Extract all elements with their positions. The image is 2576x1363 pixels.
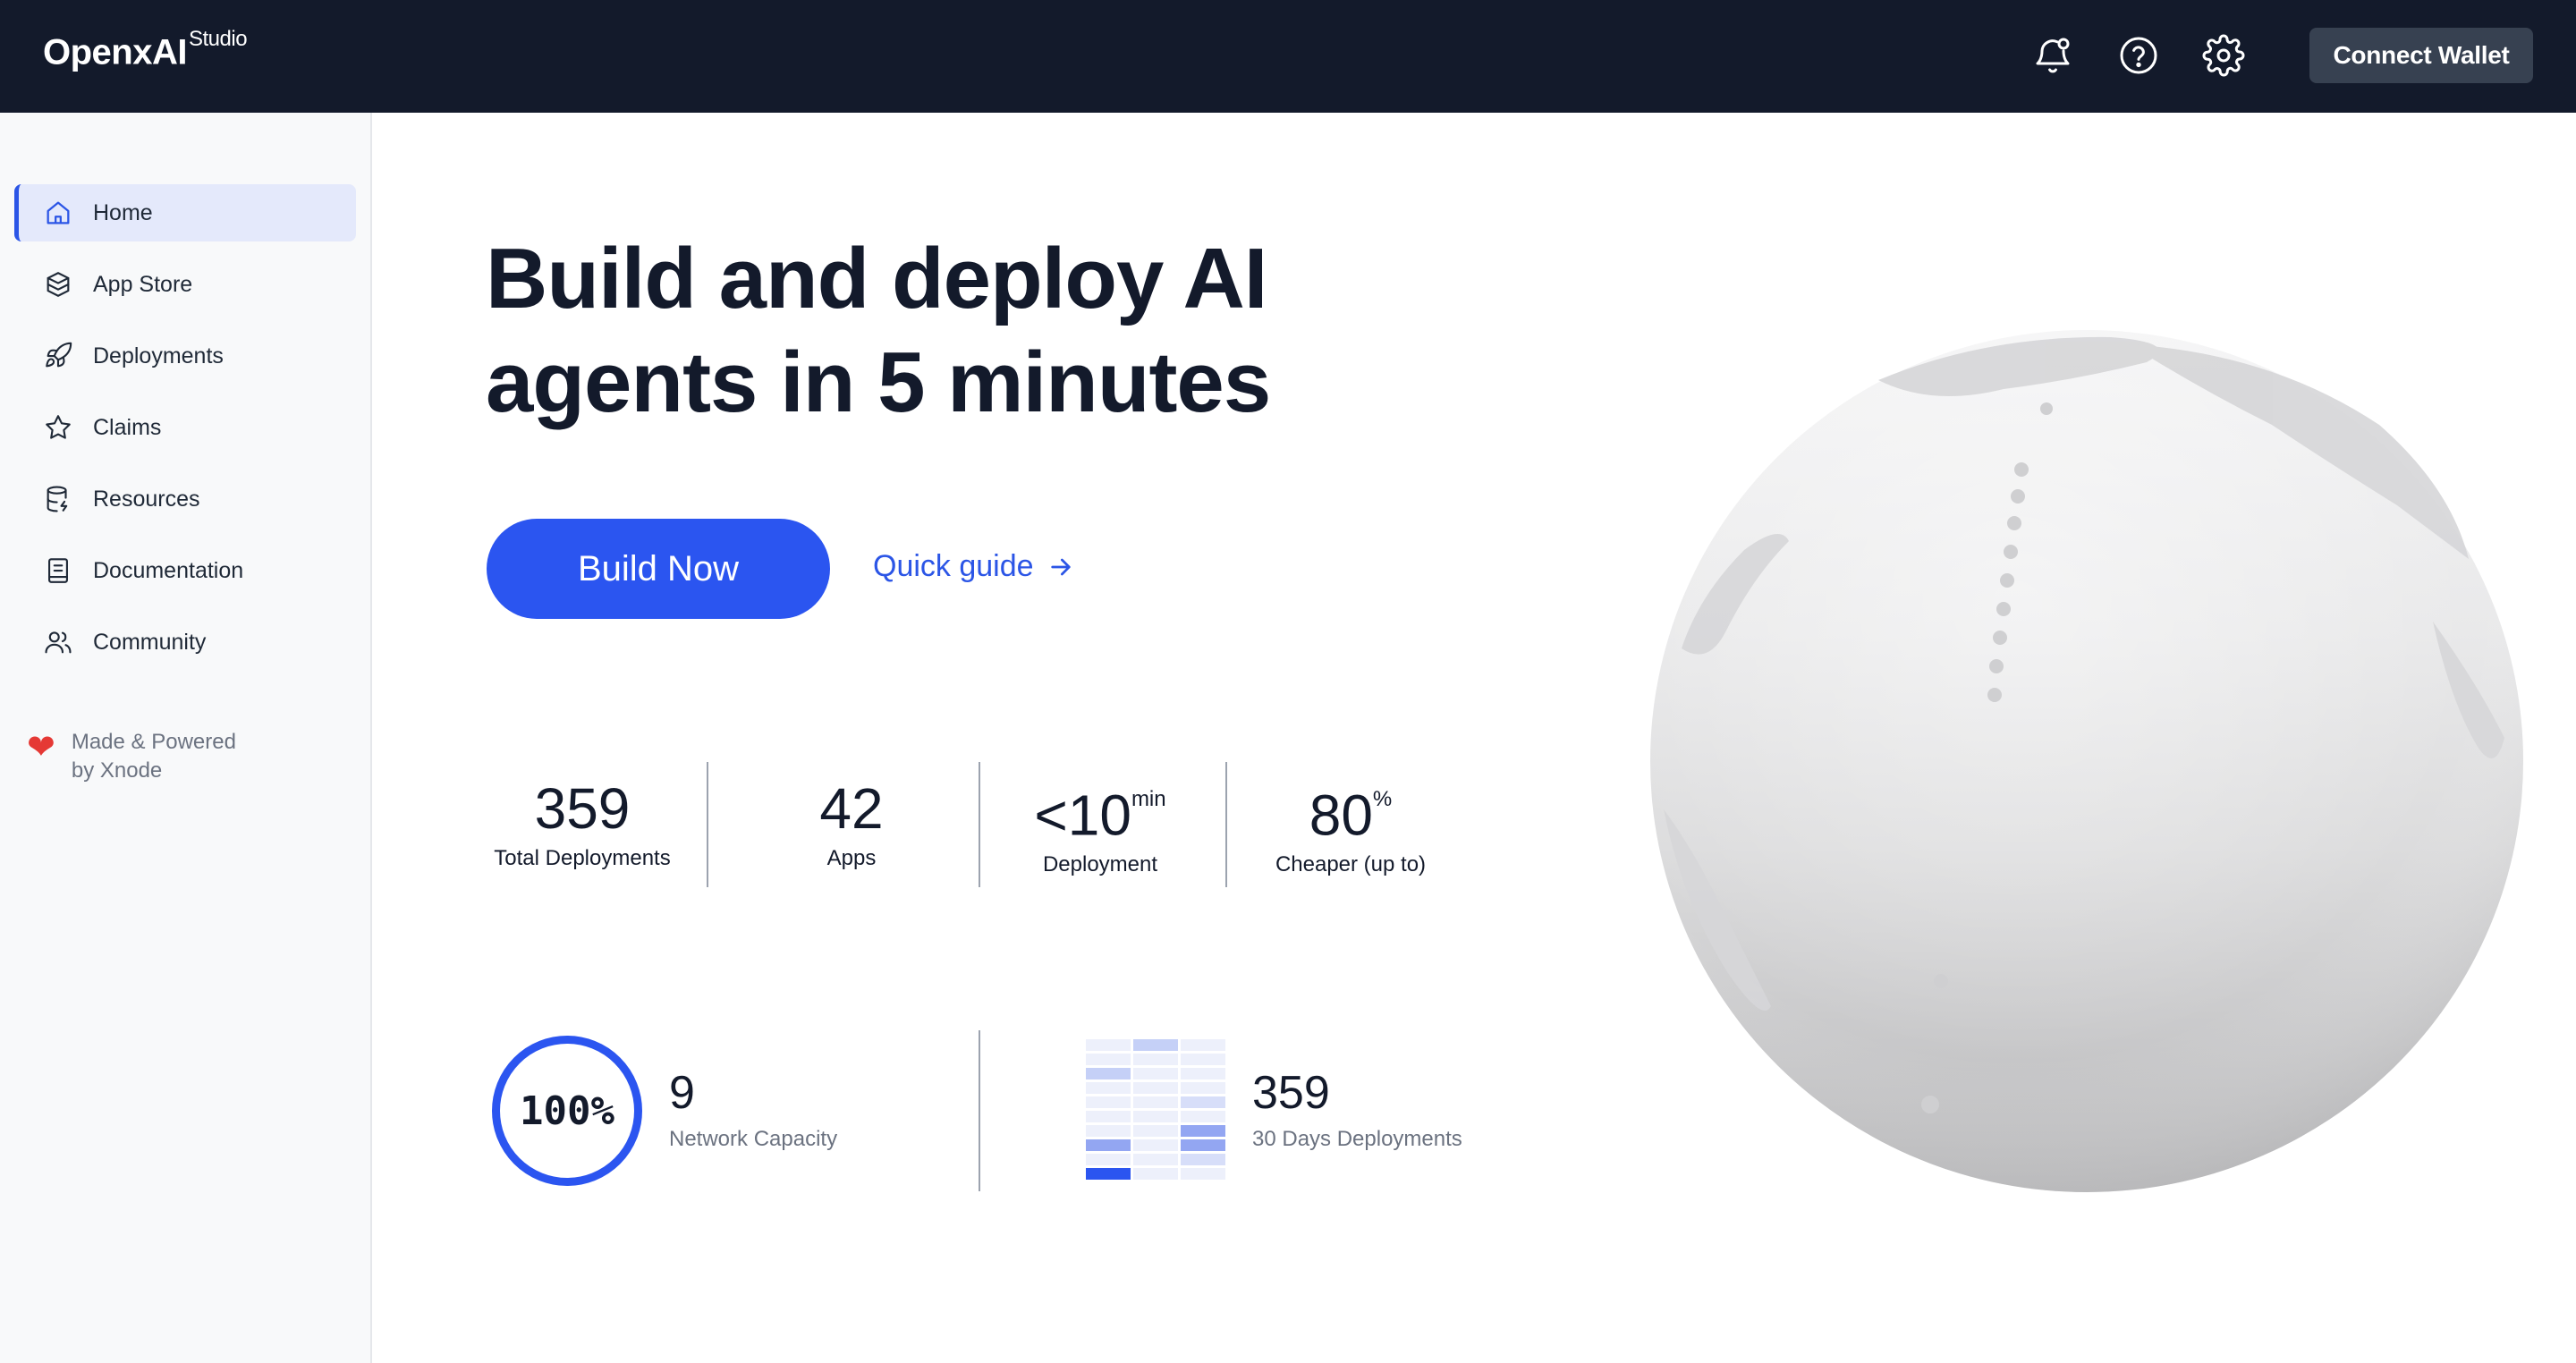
heatmap-cell — [1181, 1168, 1225, 1180]
heatmap-cell — [1133, 1096, 1178, 1108]
database-icon — [47, 486, 68, 512]
stat-total-deployments: 359 Total Deployments — [494, 776, 671, 870]
heatmap-cell — [1133, 1125, 1178, 1137]
sidebar-item-label: Deployments — [93, 343, 224, 368]
heatmap-cell — [1086, 1154, 1131, 1165]
heatmap-cell — [1086, 1139, 1131, 1151]
bell-icon[interactable] — [2030, 33, 2075, 78]
app-logo[interactable]: OpenxAIStudio — [43, 27, 248, 72]
heatmap-cell — [1181, 1111, 1225, 1122]
heatmap-cell — [1133, 1068, 1178, 1079]
heatmap-cell — [1181, 1068, 1225, 1079]
heatmap-cell — [1181, 1054, 1225, 1065]
heatmap-cell — [1086, 1068, 1131, 1079]
arrow-right-icon — [1050, 558, 1071, 575]
heatmap-cell — [1181, 1139, 1225, 1151]
sidebar-item-label: Resources — [93, 486, 200, 512]
sidebar-item-app-store[interactable]: App Store — [14, 256, 356, 313]
sidebar-item-community[interactable]: Community — [14, 614, 356, 671]
divider — [979, 762, 980, 887]
help-icon[interactable] — [2116, 33, 2161, 78]
build-now-button[interactable]: Build Now — [487, 519, 830, 619]
heatmap-cell — [1086, 1096, 1131, 1108]
document-icon — [48, 558, 68, 583]
sidebar-item-home[interactable]: Home — [14, 184, 356, 241]
heatmap-cell — [1181, 1039, 1225, 1051]
divider — [1225, 762, 1227, 887]
stat-cheaper: 80% Cheaper (up to) — [1275, 783, 1427, 877]
divider — [707, 762, 708, 887]
gear-icon[interactable] — [2201, 33, 2246, 78]
sidebar-item-label: Documentation — [93, 557, 244, 583]
heatmap-cell — [1086, 1039, 1131, 1051]
sidebar-item-label: Community — [93, 629, 207, 655]
heatmap-cell — [1133, 1111, 1178, 1122]
heatmap-cell — [1086, 1111, 1131, 1122]
capacity-percent: 100% — [520, 1088, 614, 1134]
heatmap-cell — [1133, 1054, 1178, 1065]
capacity-label: Network Capacity — [669, 1127, 838, 1151]
sidebar-item-deployments[interactable]: Deployments — [14, 327, 356, 385]
heatmap-cell — [1181, 1096, 1225, 1108]
heatmap-cell — [1133, 1154, 1178, 1165]
stat-apps: 42 Apps — [819, 776, 884, 870]
deployments-heatmap — [1086, 1039, 1225, 1180]
powered-by: ❤ Made & Powered by Xnode — [27, 728, 268, 785]
rocket-icon — [46, 342, 72, 368]
powered-line-2: by Xnode — [71, 758, 163, 783]
heatmap-cell — [1133, 1139, 1178, 1151]
top-bar: OpenxAIStudio Connect Wallet — [0, 0, 2576, 113]
sidebar-item-label: Claims — [93, 414, 162, 440]
capacity-value: 9 — [669, 1067, 695, 1119]
heatmap-cell — [1086, 1082, 1131, 1094]
connect-wallet-button[interactable]: Connect Wallet — [2309, 28, 2533, 83]
divider — [979, 1030, 980, 1191]
heatmap-cell — [1181, 1125, 1225, 1137]
capacity-ring: 100% — [492, 1036, 642, 1186]
home-icon — [47, 201, 70, 224]
deployments30-label: 30 Days Deployments — [1252, 1127, 1462, 1151]
heatmap-cell — [1181, 1154, 1225, 1165]
heatmap-cell — [1086, 1054, 1131, 1065]
sidebar-item-label: Home — [93, 199, 153, 225]
box-icon — [47, 272, 70, 297]
powered-line-1: Made & Powered — [71, 730, 236, 754]
heatmap-cell — [1086, 1168, 1131, 1180]
sidebar-item-label: App Store — [93, 271, 193, 297]
globe-illustration — [1650, 330, 2523, 1192]
heatmap-cell — [1181, 1082, 1225, 1094]
sidebar-item-claims[interactable]: Claims — [14, 399, 356, 456]
page-title: Build and deploy AI agents in 5 minutes — [486, 231, 1271, 430]
quick-guide-link[interactable]: Quick guide — [873, 549, 1075, 584]
heatmap-cell — [1133, 1039, 1178, 1051]
heart-icon: ❤ — [27, 729, 55, 766]
sidebar-item-resources[interactable]: Resources — [14, 470, 356, 528]
sidebar: Home App Store Deployments Claims Resour… — [0, 113, 372, 1363]
heatmap-cell — [1133, 1168, 1178, 1180]
deployments30-value: 359 — [1252, 1067, 1330, 1119]
heatmap-cell — [1086, 1125, 1131, 1137]
users-icon — [45, 631, 72, 654]
heatmap-cell — [1133, 1082, 1178, 1094]
stat-deployment-time: <10min Deployment — [1034, 783, 1166, 877]
sidebar-item-documentation[interactable]: Documentation — [14, 542, 356, 599]
star-icon — [46, 415, 71, 439]
